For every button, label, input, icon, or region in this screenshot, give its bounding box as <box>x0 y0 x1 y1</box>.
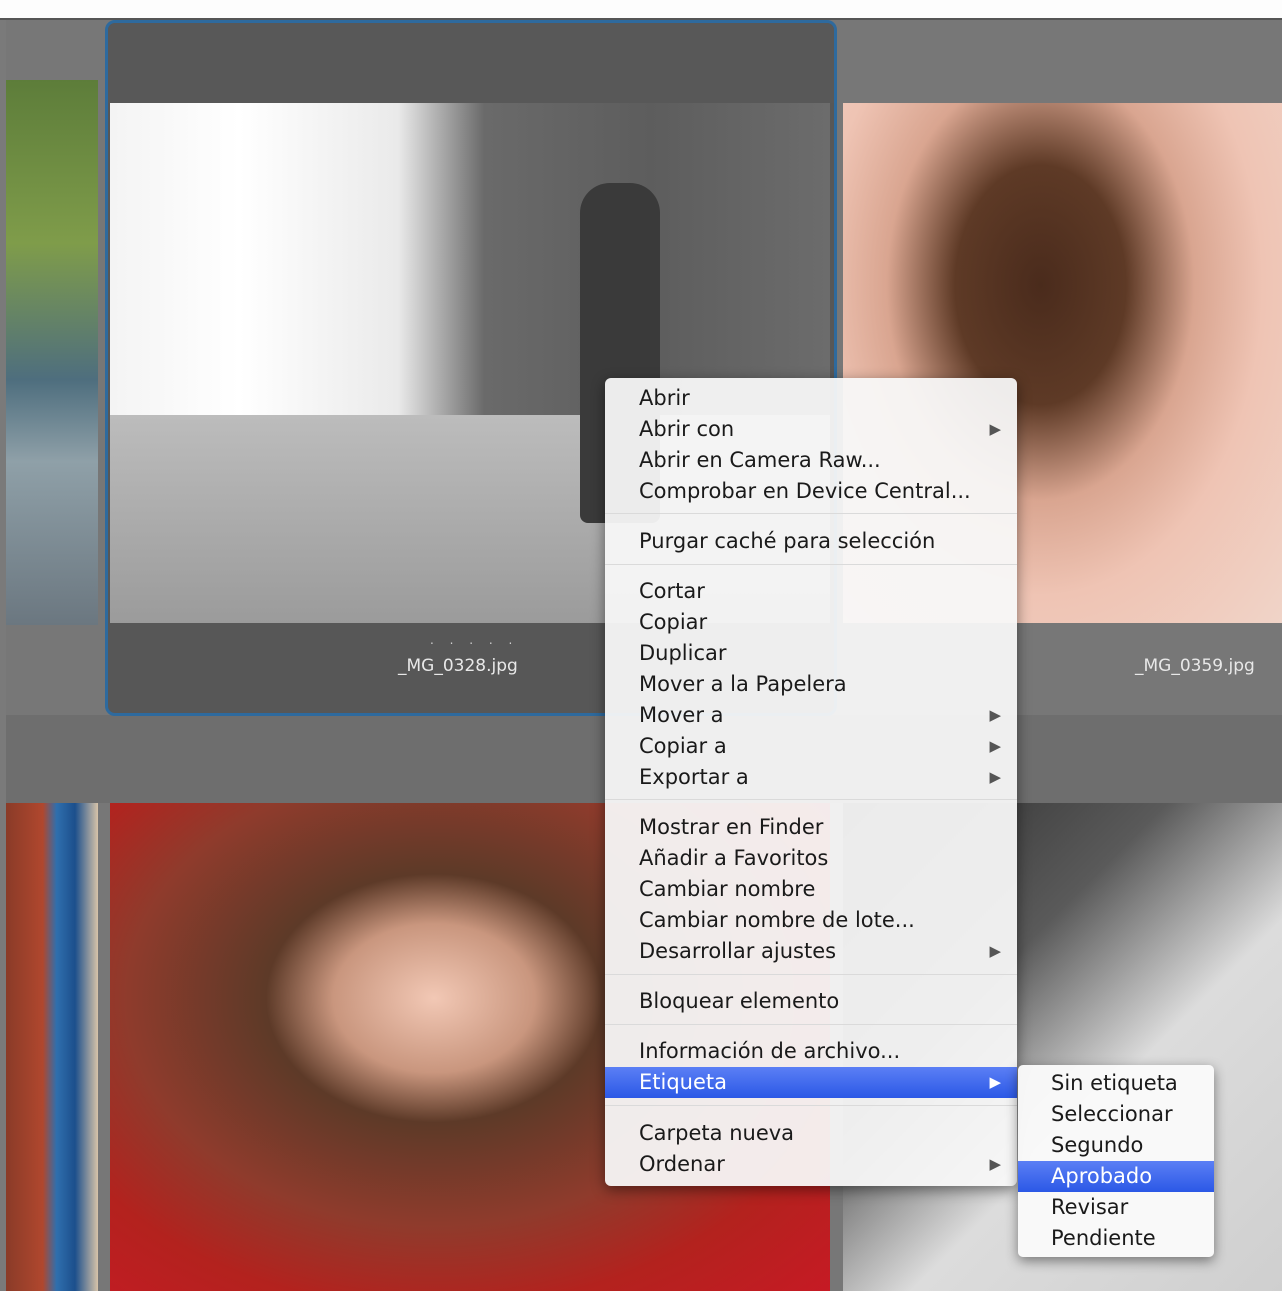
menu-item-etiqueta[interactable]: Etiqueta ▶ <box>605 1067 1017 1098</box>
menu-item-cambiar-nombre[interactable]: Cambiar nombre <box>605 874 1017 905</box>
menu-separator <box>605 513 1017 514</box>
window-top-edge <box>0 0 1282 20</box>
submenu-item-sin-etiqueta[interactable]: Sin etiqueta <box>1018 1068 1214 1099</box>
menu-item-ordenar[interactable]: Ordenar ▶ <box>605 1149 1017 1180</box>
menu-item-bloquear-elemento[interactable]: Bloquear elemento <box>605 986 1017 1017</box>
thumbnail-caption-mg0359: _MG_0359.jpg <box>1135 656 1255 676</box>
menu-item-purgar-cache[interactable]: Purgar caché para selección <box>605 526 1017 557</box>
selected-thumbnail-header <box>108 23 834 103</box>
menu-separator <box>605 564 1017 565</box>
menu-item-mostrar-finder[interactable]: Mostrar en Finder <box>605 812 1017 843</box>
menu-item-mover-a[interactable]: Mover a ▶ <box>605 700 1017 731</box>
menu-item-duplicar[interactable]: Duplicar <box>605 638 1017 669</box>
chevron-right-icon: ▶ <box>989 737 1001 755</box>
chevron-right-icon: ▶ <box>989 1155 1001 1173</box>
context-menu: Abrir Abrir con ▶ Abrir en Camera Raw... … <box>605 378 1017 1186</box>
chevron-right-icon: ▶ <box>989 1073 1001 1091</box>
submenu-item-aprobado[interactable]: Aprobado <box>1018 1161 1214 1192</box>
menu-separator <box>605 1024 1017 1025</box>
menu-separator <box>605 799 1017 800</box>
menu-item-abrir[interactable]: Abrir <box>605 383 1017 414</box>
menu-separator <box>605 974 1017 975</box>
submenu-item-pendiente[interactable]: Pendiente <box>1018 1223 1214 1254</box>
menu-item-copiar[interactable]: Copiar <box>605 607 1017 638</box>
label-submenu: Sin etiqueta Seleccionar Segundo Aprobad… <box>1018 1065 1214 1257</box>
submenu-item-revisar[interactable]: Revisar <box>1018 1192 1214 1223</box>
menu-item-cambiar-nombre-lote[interactable]: Cambiar nombre de lote... <box>605 905 1017 936</box>
thumbnail-caption-mg0328: _MG_0328.jpg <box>398 656 518 676</box>
chevron-right-icon: ▶ <box>989 420 1001 438</box>
menu-item-carpeta-nueva[interactable]: Carpeta nueva <box>605 1118 1017 1149</box>
star-rating[interactable]: . . . . . <box>430 633 518 647</box>
chevron-right-icon: ▶ <box>989 768 1001 786</box>
menu-item-device-central[interactable]: Comprobar en Device Central... <box>605 476 1017 507</box>
menu-item-copiar-a[interactable]: Copiar a ▶ <box>605 731 1017 762</box>
menu-separator <box>605 1105 1017 1106</box>
chevron-right-icon: ▶ <box>989 706 1001 724</box>
submenu-item-seleccionar[interactable]: Seleccionar <box>1018 1099 1214 1130</box>
chevron-right-icon: ▶ <box>989 942 1001 960</box>
menu-item-abrir-con[interactable]: Abrir con ▶ <box>605 414 1017 445</box>
menu-item-exportar-a[interactable]: Exportar a ▶ <box>605 762 1017 793</box>
menu-item-informacion-archivo[interactable]: Información de archivo... <box>605 1036 1017 1067</box>
menu-item-desarrollar-ajustes[interactable]: Desarrollar ajustes ▶ <box>605 936 1017 967</box>
thumbnail-left-partial[interactable] <box>6 80 98 625</box>
menu-item-anadir-favoritos[interactable]: Añadir a Favoritos <box>605 843 1017 874</box>
submenu-item-segundo[interactable]: Segundo <box>1018 1130 1214 1161</box>
menu-item-mover-papelera[interactable]: Mover a la Papelera <box>605 669 1017 700</box>
thumbnail-left-partial-bottom[interactable] <box>6 803 98 1291</box>
menu-item-abrir-camera-raw[interactable]: Abrir en Camera Raw... <box>605 445 1017 476</box>
menu-item-cortar[interactable]: Cortar <box>605 576 1017 607</box>
